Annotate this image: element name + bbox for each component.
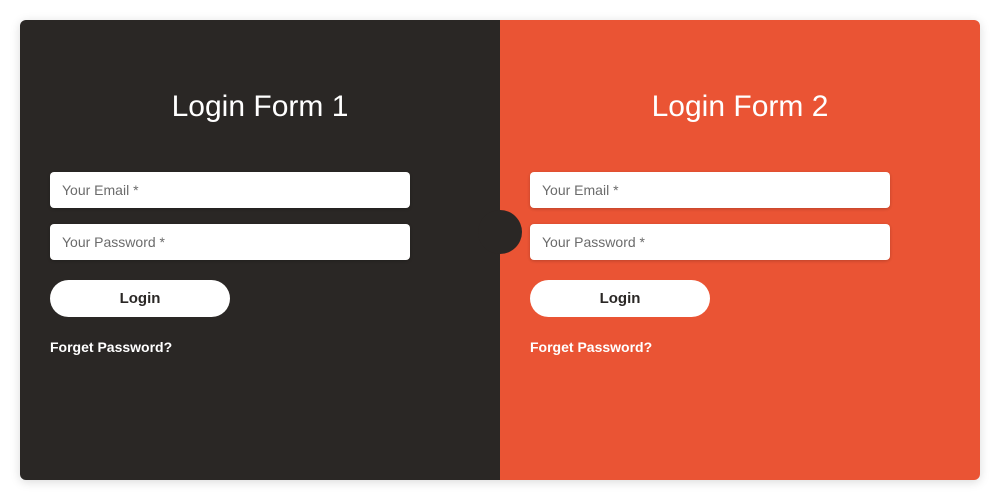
login-form-2-panel: Login Form 2 Login Forget Password? [500, 20, 980, 480]
form2-forget-password-link[interactable]: Forget Password? [530, 339, 652, 355]
login-container: Login Form 1 Login Forget Password? Logi… [20, 20, 980, 480]
form2-title: Login Form 2 [530, 90, 950, 124]
form2-email-field[interactable] [530, 172, 890, 208]
panel-connector-notch [478, 210, 522, 254]
form2-password-field[interactable] [530, 224, 890, 260]
login-form-1-panel: Login Form 1 Login Forget Password? [20, 20, 500, 480]
form1-email-field[interactable] [50, 172, 410, 208]
form1-forget-password-link[interactable]: Forget Password? [50, 339, 172, 355]
form1-password-field[interactable] [50, 224, 410, 260]
form1-title: Login Form 1 [50, 90, 470, 124]
form2-login-button[interactable]: Login [530, 280, 710, 317]
form1-login-button[interactable]: Login [50, 280, 230, 317]
